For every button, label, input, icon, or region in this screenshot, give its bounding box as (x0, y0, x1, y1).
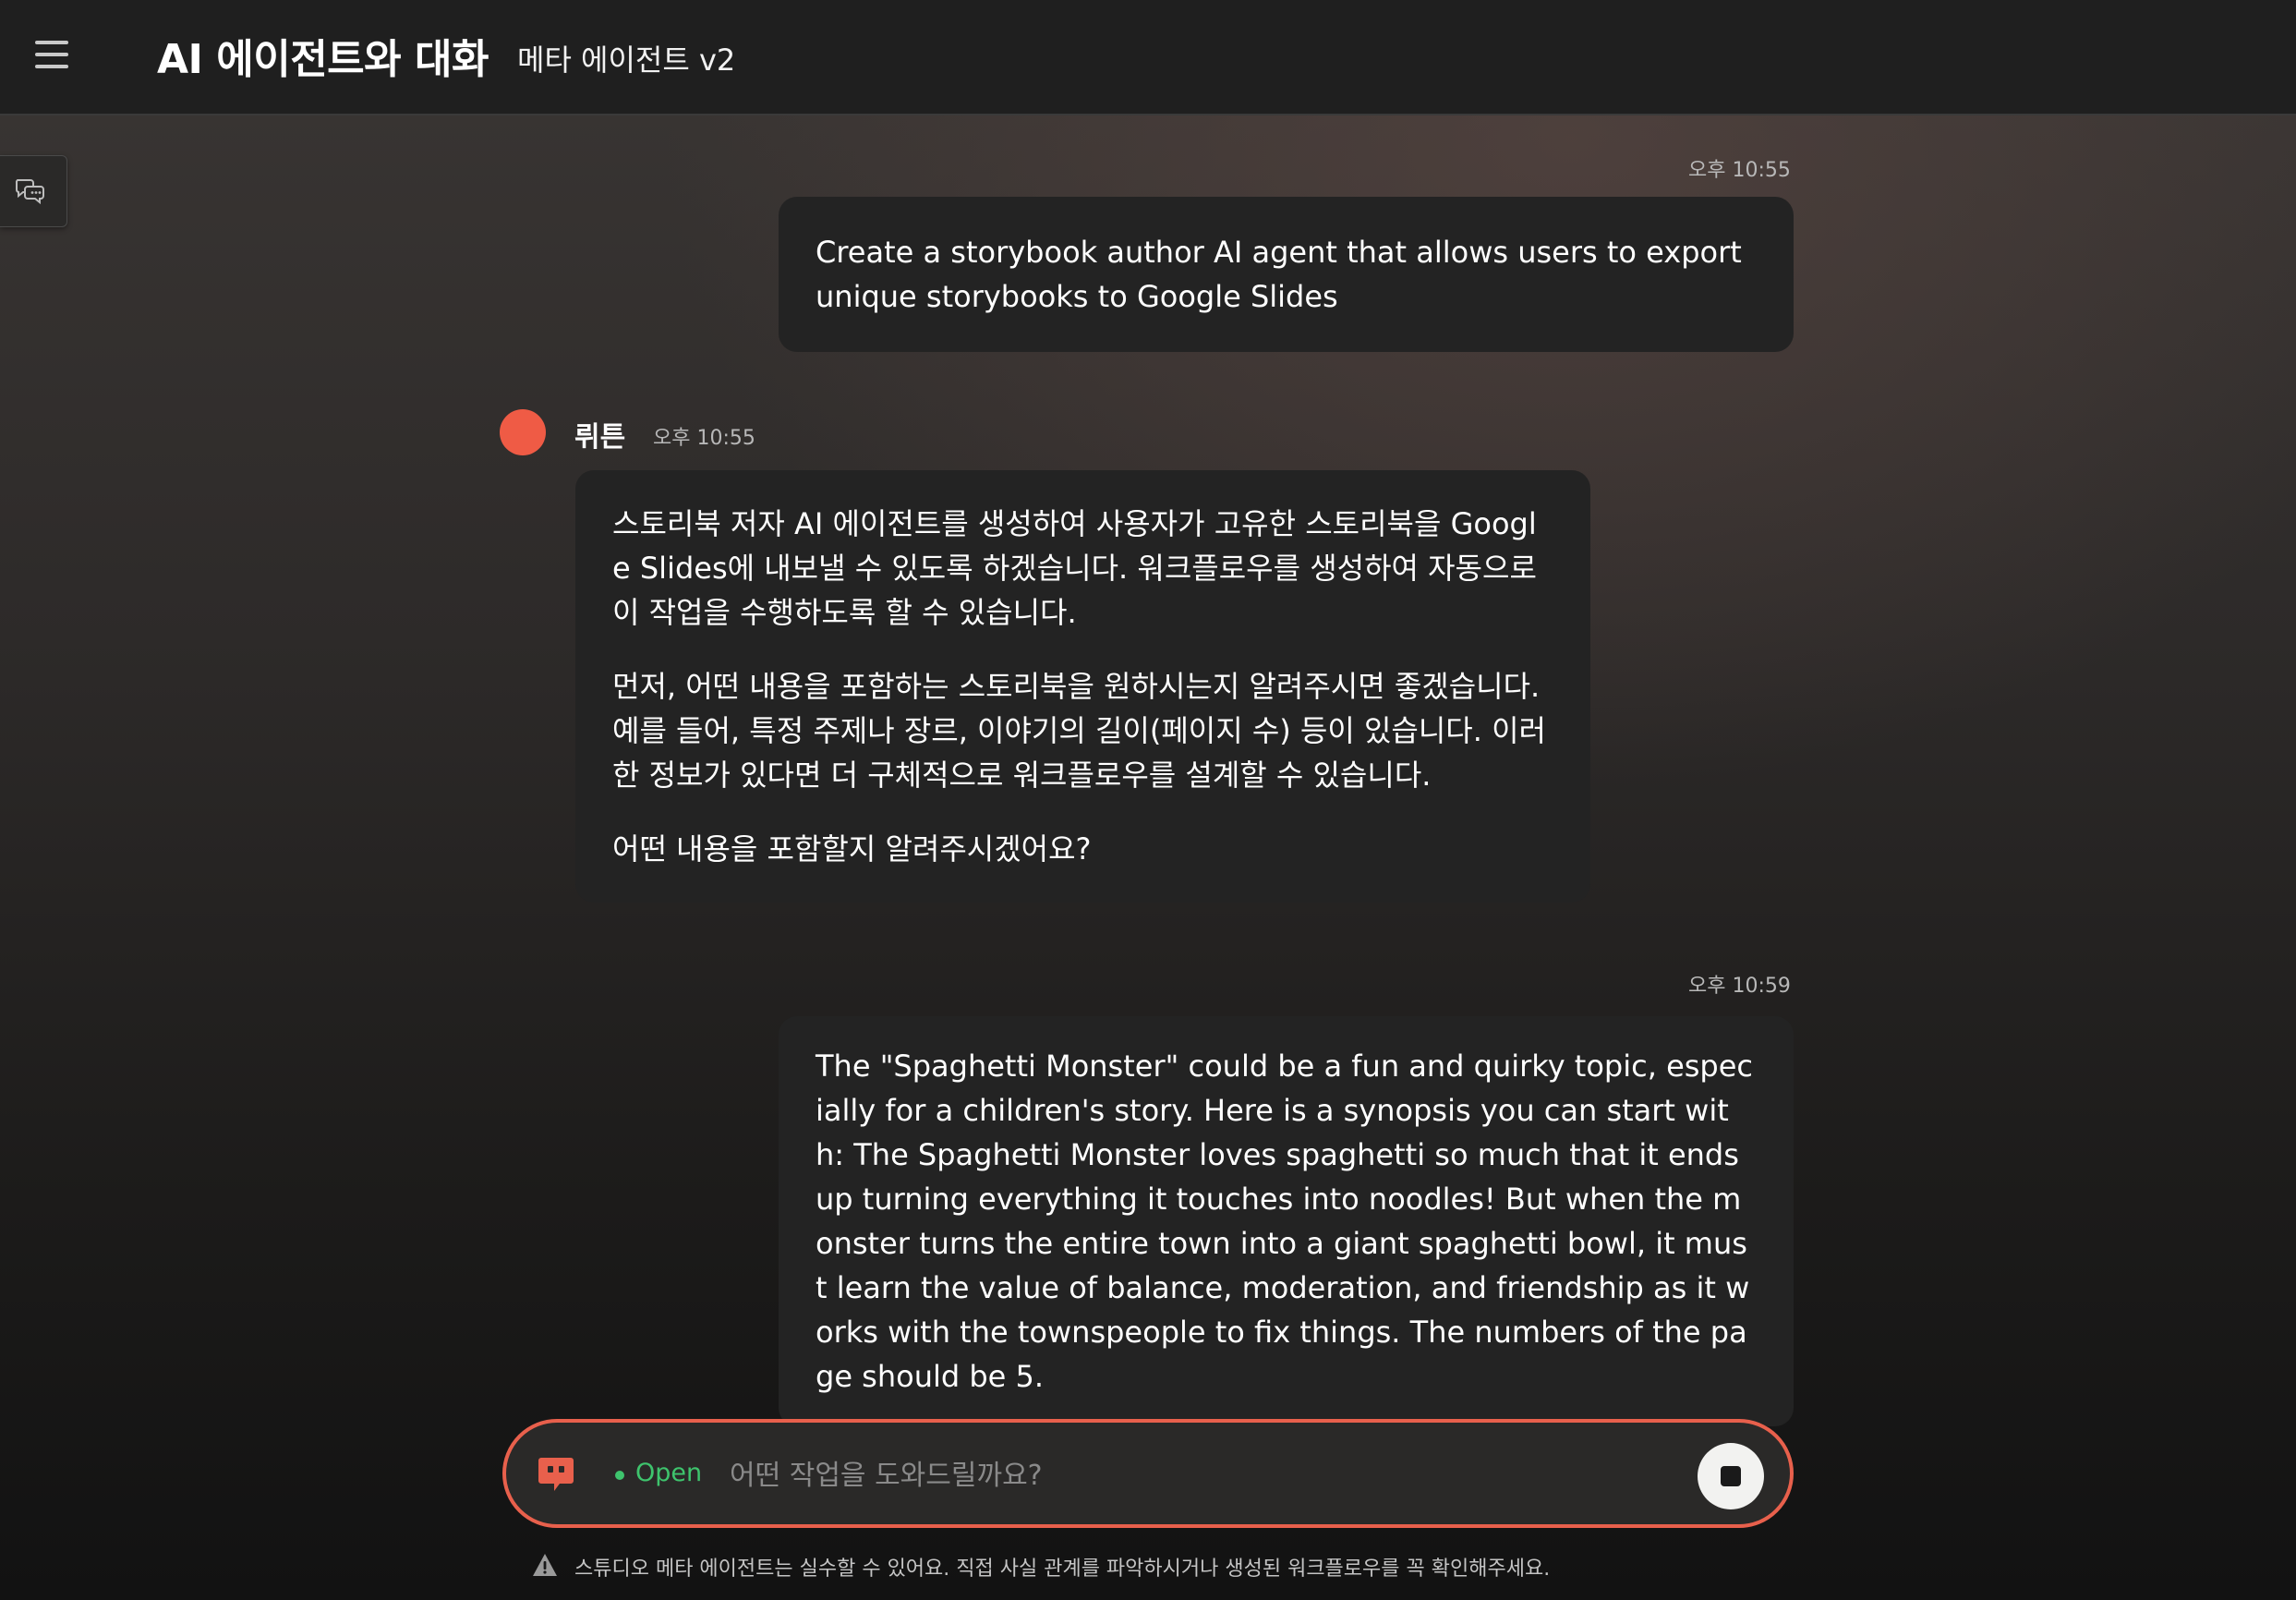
agent-message-bubble: 스토리북 저자 AI 에이전트를 생성하여 사용자가 고유한 스토리북을 Goo… (575, 470, 1590, 903)
avatar (500, 409, 546, 455)
top-header: AI 에이전트와 대화 메타 에이전트 v2 (0, 0, 2296, 115)
chat-bubble-icon[interactable] (538, 1456, 574, 1495)
warging-icon (533, 1554, 557, 1576)
message-paragraph: 스토리북 저자 AI 에이전트를 생성하여 사용자가 고유한 스토리북을 Goo… (612, 506, 1537, 630)
user-message-bubble: The "Spaghetti Monster" could be a fun a… (779, 1016, 1794, 1426)
stop-icon (1721, 1466, 1741, 1486)
hamburger-menu-icon[interactable] (35, 41, 68, 68)
message-input[interactable] (728, 1447, 1655, 1504)
chat-bubbles-icon (15, 179, 44, 205)
stop-button[interactable] (1698, 1443, 1764, 1509)
message-text: Create a storybook author AI agent that … (816, 235, 1742, 314)
status-badge[interactable]: Open (635, 1459, 702, 1487)
status-dot (615, 1471, 624, 1480)
disclaimer-text: 스튜디오 메타 에이전트는 실수할 수 있어요. 직접 사실 관계를 파악하시거… (574, 1558, 1551, 1581)
agent-version-label: 메타 에이전트 v2 (517, 42, 736, 78)
hamburger-line (35, 65, 68, 68)
hamburger-line (35, 41, 68, 44)
message-timestamp: 오후 10:55 (653, 427, 755, 450)
hamburger-line (35, 53, 68, 56)
message-text: The "Spaghetti Monster" could be a fun a… (816, 1048, 1754, 1394)
message-paragraph: 어떤 내용을 포함할지 알려주시겠어요? (612, 831, 1092, 867)
conversation-list-toggle[interactable] (0, 155, 67, 227)
chat-input-bar: Open (502, 1419, 1794, 1528)
user-message-bubble: Create a storybook author AI agent that … (779, 197, 1794, 352)
message-paragraph: 먼저, 어떤 내용을 포함하는 스토리북을 원하시는지 알려주시면 좋겠습니다.… (612, 669, 1546, 793)
message-timestamp: 오후 10:55 (1688, 159, 1791, 182)
message-timestamp: 오후 10:59 (1688, 975, 1791, 998)
agent-name: 뤼튼 (574, 421, 626, 454)
page-title: AI 에이전트와 대화 (157, 36, 489, 83)
